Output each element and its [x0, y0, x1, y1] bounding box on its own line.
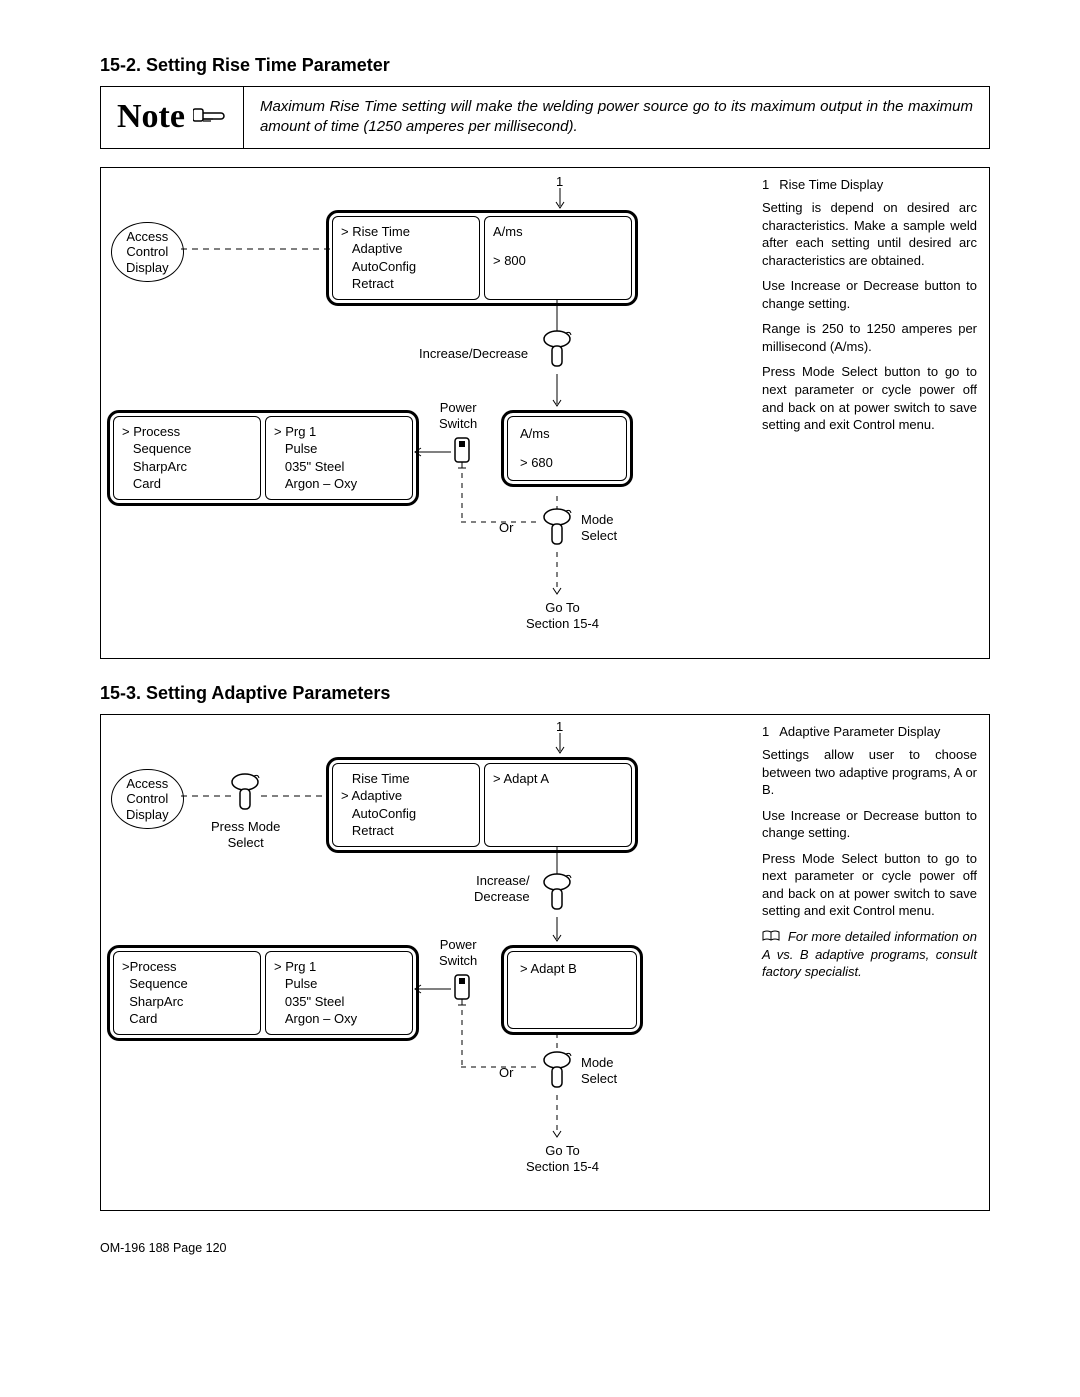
display-panel-1: Rise Time > Adaptive AutoConfig Retract …	[326, 757, 638, 853]
access-control-display-oval: Access Control Display	[111, 769, 184, 830]
section-title-153: 15-3. Setting Adaptive Parameters	[100, 683, 990, 704]
knob-press-mode-icon	[229, 773, 261, 820]
right-text-column: 1Adaptive Parameter Display Settings all…	[762, 723, 977, 989]
increase-decrease-label: Increase/ Decrease	[474, 873, 530, 906]
book-icon	[762, 929, 784, 944]
toggle-switch-icon	[451, 436, 473, 473]
note-text: Maximum Rise Time setting will make the …	[244, 87, 989, 148]
power-switch-label: Power Switch	[439, 937, 477, 970]
hand-point-icon	[193, 103, 227, 132]
knob-mode-select-icon	[541, 508, 573, 555]
access-control-display-oval: Access Control Display	[111, 222, 184, 283]
panel2-left: >Process Sequence SharpArc Card	[113, 951, 261, 1035]
display-panel-1: > Rise Time Adaptive AutoConfig Retract …	[326, 210, 638, 306]
display-panel-2: > Process Sequence SharpArc Card > Prg 1…	[107, 410, 419, 506]
panel2-mid: > Prg 1 Pulse 035" Steel Argon – Oxy	[265, 416, 413, 500]
panel1-left: > Rise Time Adaptive AutoConfig Retract	[332, 216, 480, 300]
mode-select-label: Mode Select	[581, 1055, 617, 1088]
increase-decrease-label: Increase/Decrease	[419, 346, 528, 362]
display-panel-3: A/ms > 680	[501, 410, 633, 487]
panel2-mid: > Prg 1 Pulse 035" Steel Argon – Oxy	[265, 951, 413, 1035]
press-mode-select-label: Press Mode Select	[211, 819, 280, 852]
mode-select-label: Mode Select	[581, 512, 617, 545]
or-label: Or	[499, 1065, 513, 1081]
panel1-left: Rise Time > Adaptive AutoConfig Retract	[332, 763, 480, 847]
power-switch-label: Power Switch	[439, 400, 477, 433]
knob-inc-dec-icon	[541, 330, 573, 377]
or-label: Or	[499, 520, 513, 536]
knob-inc-dec-icon	[541, 873, 573, 920]
panel1-right: A/ms > 800	[484, 216, 632, 300]
goto-label: Go To Section 15-4	[526, 600, 599, 633]
right-text-column: 1Rise Time Display Setting is depend on …	[762, 176, 977, 442]
panel2-left: > Process Sequence SharpArc Card	[113, 416, 261, 500]
callout-number: 1	[556, 719, 563, 735]
toggle-switch-icon	[451, 973, 473, 1010]
diagram-153: 1 Access Control Display Press Mode Sele…	[100, 714, 990, 1211]
diagram-152: 1 Access Control Display > Rise Time Ada…	[100, 167, 990, 659]
display-panel-2: >Process Sequence SharpArc Card > Prg 1 …	[107, 945, 419, 1041]
page-footer: OM-196 188 Page 120	[100, 1241, 990, 1255]
callout-number: 1	[556, 174, 563, 190]
display-panel-3: > Adapt B	[501, 945, 643, 1035]
goto-label: Go To Section 15-4	[526, 1143, 599, 1176]
note-box: Note Maximum Rise Time setting will make…	[100, 86, 990, 149]
note-label: Note	[117, 98, 185, 136]
panel1-right: > Adapt A	[484, 763, 632, 847]
knob-mode-select-icon	[541, 1051, 573, 1098]
section-title-152: 15-2. Setting Rise Time Parameter	[100, 55, 990, 76]
